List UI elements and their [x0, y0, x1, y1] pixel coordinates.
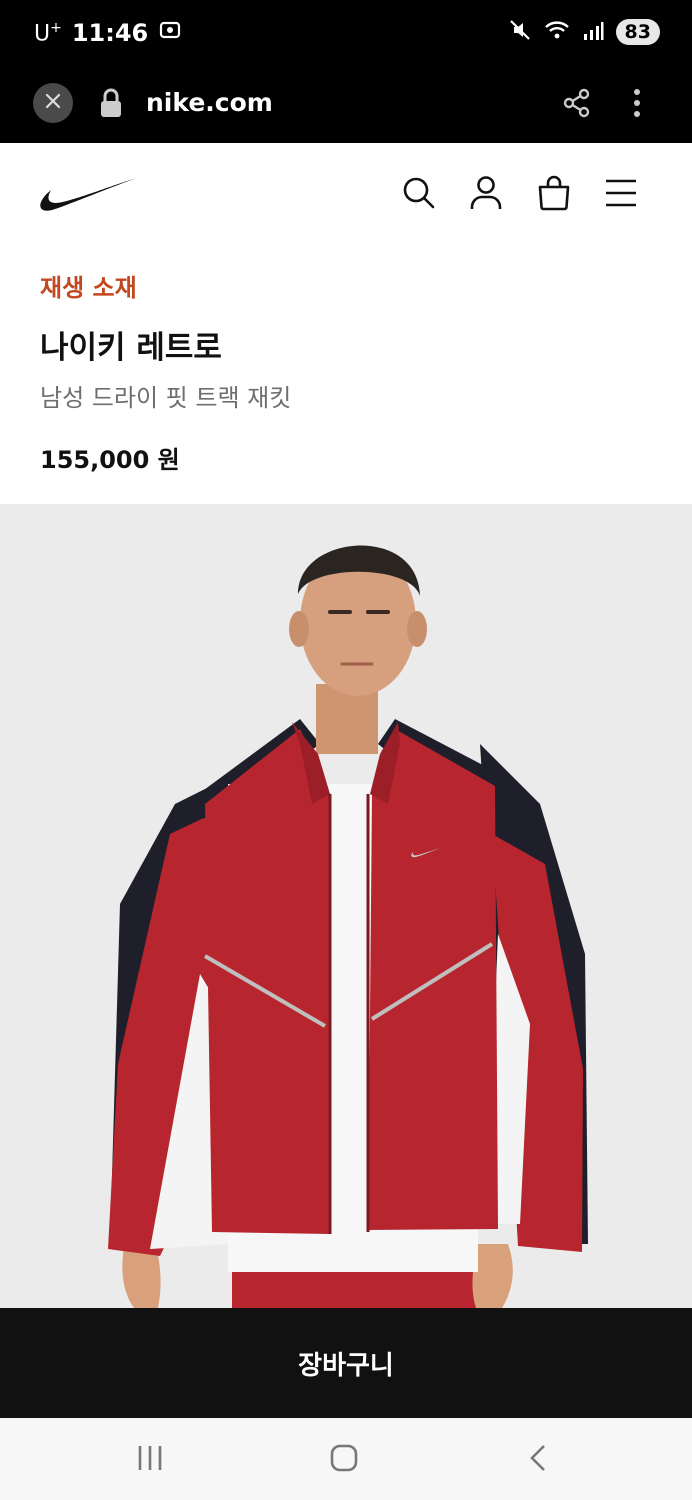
back-icon: [526, 1443, 550, 1477]
home-icon: [329, 1443, 359, 1477]
home-button[interactable]: [324, 1440, 364, 1480]
close-icon: [44, 92, 62, 114]
more-options-icon[interactable]: [630, 88, 644, 122]
lock-icon[interactable]: [98, 87, 124, 123]
product-image[interactable]: [0, 504, 692, 1308]
wifi-icon: [544, 18, 570, 46]
product-photo-illustration: [0, 504, 692, 1308]
nike-logo[interactable]: [38, 173, 138, 217]
user-icon[interactable]: [468, 175, 504, 211]
product-info: 재생 소재 나이키 레트로 남성 드라이 핏 트랙 재킷 155,000 원: [40, 268, 660, 475]
carrier: U+: [34, 19, 62, 47]
add-to-cart-button[interactable]: 장바구니: [0, 1308, 692, 1418]
status-time: 11:46: [71, 19, 149, 47]
status-left: U+ 11:46: [34, 18, 182, 48]
add-to-cart-label: 장바구니: [298, 1350, 394, 1381]
mute-icon: [508, 18, 532, 46]
menu-icon[interactable]: [603, 175, 639, 211]
product-title: 나이키 레트로: [40, 330, 222, 366]
product-subtitle: 남성 드라이 핏 트랙 재킷: [40, 384, 292, 412]
status-right: 83: [508, 18, 660, 46]
bag-icon[interactable]: [536, 175, 572, 211]
product-price: 155,000 원: [40, 446, 180, 474]
back-button[interactable]: [518, 1440, 558, 1480]
signal-icon: [582, 19, 604, 45]
site-header: [0, 143, 692, 243]
url-text[interactable]: nike.com: [146, 88, 273, 117]
screen-record-icon: [158, 18, 182, 48]
recents-button[interactable]: [130, 1440, 170, 1480]
close-tab-button[interactable]: [33, 83, 73, 123]
system-nav-bar: [0, 1418, 692, 1500]
sustainable-badge: 재생 소재: [40, 274, 137, 302]
search-icon[interactable]: [401, 175, 437, 211]
status-bar: U+ 11:46 83: [0, 0, 692, 68]
browser-toolbar: nike.com: [0, 68, 692, 143]
recents-icon: [135, 1444, 165, 1476]
battery-indicator: 83: [615, 19, 660, 45]
share-icon[interactable]: [562, 88, 592, 122]
